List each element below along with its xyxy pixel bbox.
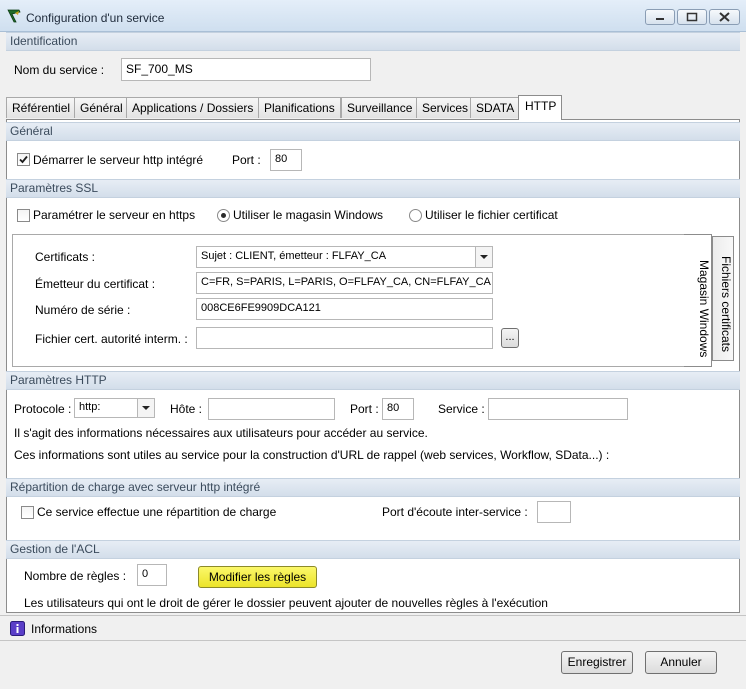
identification-header: Identification (6, 32, 740, 51)
cert-file-radio[interactable] (409, 209, 422, 222)
http-port-input[interactable]: 80 (382, 398, 414, 420)
tab-applications-dossiers[interactable]: Applications / Dossiers (126, 97, 260, 118)
maximize-icon (686, 12, 698, 22)
tab-services[interactable]: Services (416, 97, 475, 118)
start-server-label: Démarrer le serveur http intégré (33, 153, 204, 167)
general-port-input[interactable]: 80 (270, 149, 302, 171)
tab-http[interactable]: HTTP (518, 95, 563, 120)
service-name-label: Nom du service : (14, 63, 105, 77)
certificates-select[interactable]: Sujet : CLIENT, émetteur : FLFAY_CA (196, 246, 493, 268)
informations-bar (0, 615, 746, 641)
issuer-label: Émetteur du certificat : (35, 277, 156, 291)
modify-rules-button[interactable]: Modifier les règles (198, 566, 317, 588)
windows-store-radio[interactable] (217, 209, 230, 222)
close-icon (719, 12, 730, 22)
service-name-input[interactable]: SF_700_MS (121, 58, 371, 81)
tab-surveillance[interactable]: Surveillance (341, 97, 419, 118)
tab-fichiers-certificats[interactable]: Fichiers certificats (712, 236, 734, 361)
intermediate-cert-label: Fichier cert. autorité interm. : (35, 332, 188, 346)
browse-button[interactable]: ... (501, 328, 519, 348)
informations-label[interactable]: Informations (31, 622, 97, 636)
certificates-dropdown-button[interactable] (475, 247, 492, 267)
issuer-input[interactable]: C=FR, S=PARIS, L=PARIS, O=FLFAY_CA, CN=F… (196, 272, 493, 294)
rules-count-input[interactable]: 0 (137, 564, 167, 586)
rules-count-label: Nombre de règles : (24, 569, 127, 583)
close-button[interactable] (709, 9, 740, 25)
certificates-label: Certificats : (35, 250, 96, 264)
serial-input[interactable]: 008CE6FE9909DCA121 (196, 298, 493, 320)
acl-header: Gestion de l'ACL (6, 540, 740, 559)
http-params-header: Paramètres HTTP (6, 371, 740, 390)
cancel-button[interactable]: Annuler (645, 651, 717, 674)
cert-file-label: Utiliser le fichier certificat (425, 208, 558, 222)
host-input[interactable] (208, 398, 335, 420)
minimize-button[interactable] (645, 9, 675, 25)
intermediate-cert-input[interactable] (196, 327, 493, 349)
general-port-label: Port : (232, 153, 261, 167)
load-balancing-label: Ce service effectue une répartition de c… (37, 505, 277, 519)
info-icon[interactable] (10, 621, 25, 636)
save-button[interactable]: Enregistrer (561, 651, 633, 674)
app-logo-icon (7, 9, 21, 23)
windows-store-label: Utiliser le magasin Windows (233, 208, 384, 222)
start-server-checkbox[interactable] (17, 153, 30, 166)
tab-magasin-windows[interactable]: Magasin Windows (684, 234, 712, 367)
https-checkbox[interactable] (17, 209, 30, 222)
ssl-header: Paramètres SSL (6, 179, 740, 198)
tab-planifications[interactable]: Planifications (258, 97, 341, 118)
chevron-down-icon (480, 255, 488, 259)
https-label: Paramétrer le serveur en https (33, 208, 196, 222)
http-port-label: Port : (350, 402, 379, 416)
http-info-text-2: Ces informations sont utiles au service … (14, 448, 610, 462)
chevron-down-icon (142, 406, 150, 410)
acl-note: Les utilisateurs qui ont le droit de gér… (24, 596, 548, 610)
load-balancing-header: Répartition de charge avec serveur http … (6, 478, 740, 497)
inter-service-port-label: Port d'écoute inter-service : (382, 505, 528, 519)
serial-label: Numéro de série : (35, 303, 131, 317)
tab-general[interactable]: Général (74, 97, 129, 118)
host-label: Hôte : (170, 402, 203, 416)
window-title: Configuration d'un service (26, 11, 165, 25)
minimize-icon (656, 18, 664, 20)
service-label: Service : (438, 402, 485, 416)
load-balancing-checkbox[interactable] (21, 506, 34, 519)
inter-service-port-input[interactable] (537, 501, 571, 523)
protocol-dropdown-button[interactable] (137, 399, 154, 417)
http-info-text-1: Il s'agit des informations nécessaires a… (14, 426, 428, 440)
general-header: Général (6, 122, 740, 141)
checkmark-icon (19, 155, 28, 164)
maximize-button[interactable] (677, 9, 707, 25)
tab-referentiel[interactable]: Référentiel (6, 97, 77, 118)
service-input[interactable] (488, 398, 628, 420)
tab-sdata[interactable]: SDATA (470, 97, 521, 118)
protocol-label: Protocole : (14, 402, 72, 416)
